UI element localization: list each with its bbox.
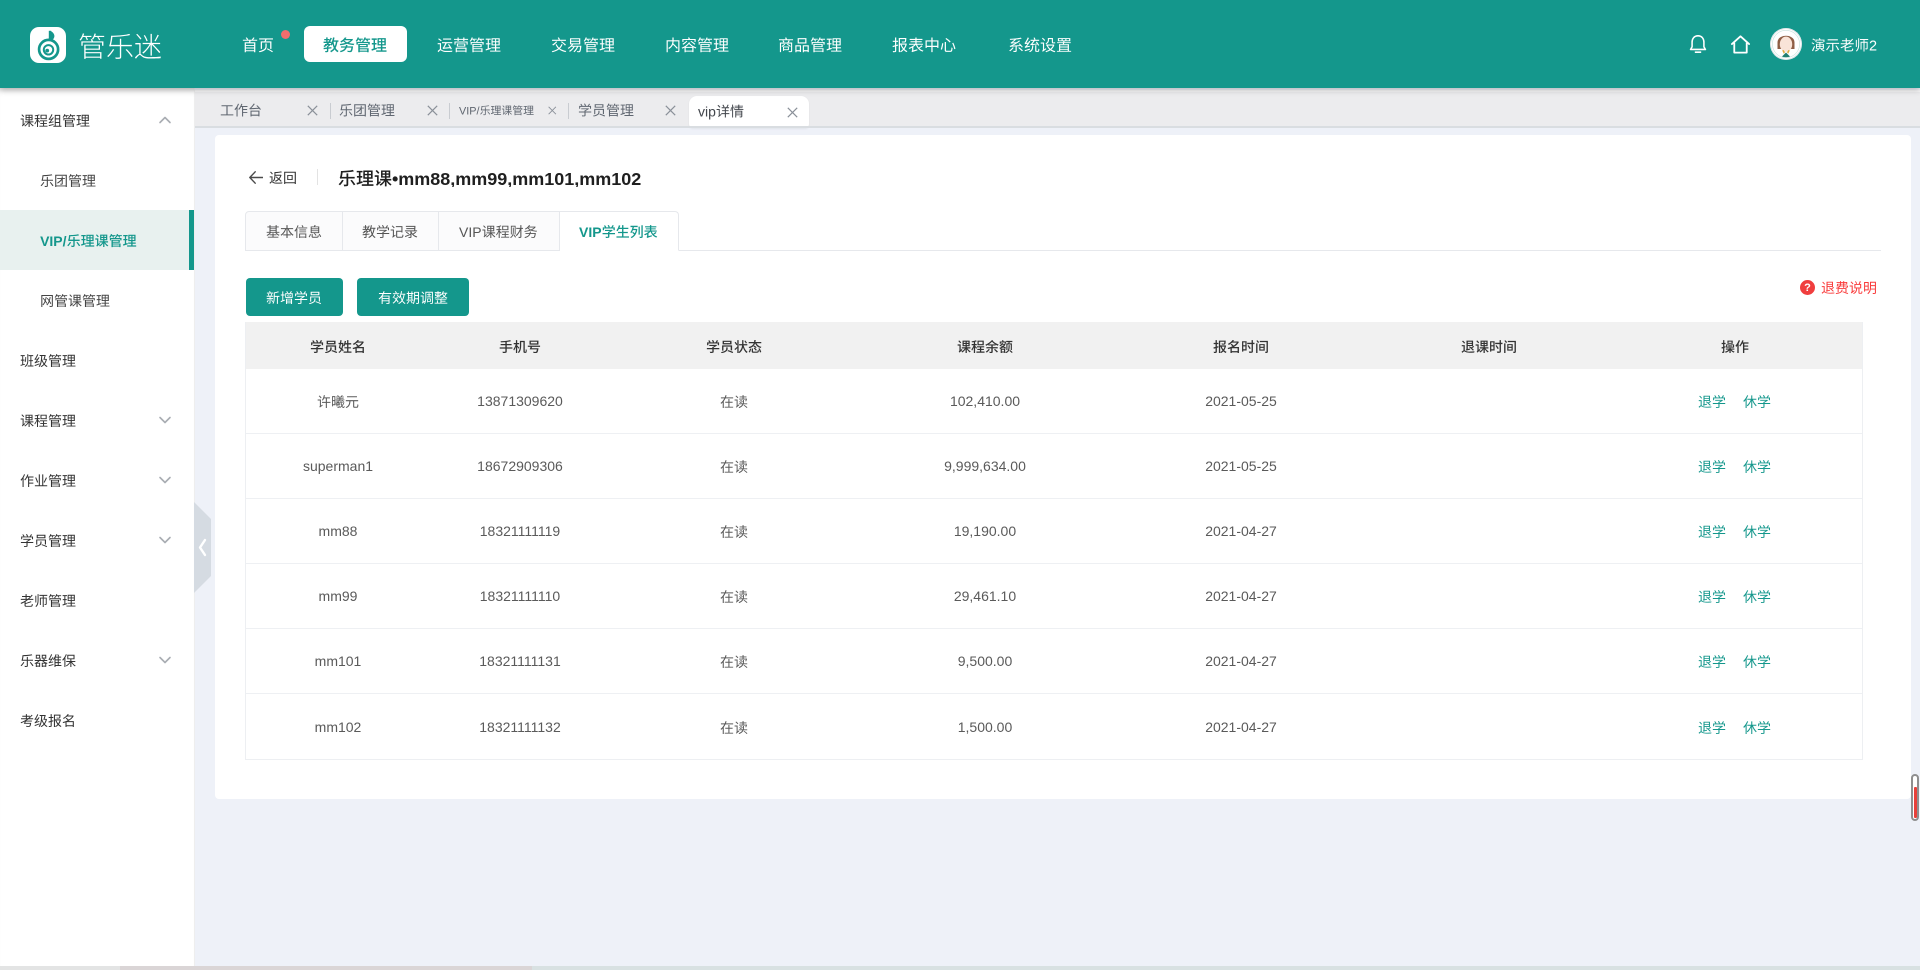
svg-text:VIP: VIP — [579, 224, 602, 239]
svg-text:•mm88,mm99,mm101,mm102: •mm88,mm99,mm101,mm102 — [392, 169, 641, 187]
svg-text:VIP/: VIP/ — [459, 105, 481, 117]
svg-text:?: ? — [1804, 282, 1811, 294]
svg-text:VIP: VIP — [459, 224, 482, 239]
svg-text:2: 2 — [1869, 38, 1877, 52]
svg-text:vip: vip — [698, 104, 716, 119]
svg-text:VIP/: VIP/ — [40, 233, 67, 248]
